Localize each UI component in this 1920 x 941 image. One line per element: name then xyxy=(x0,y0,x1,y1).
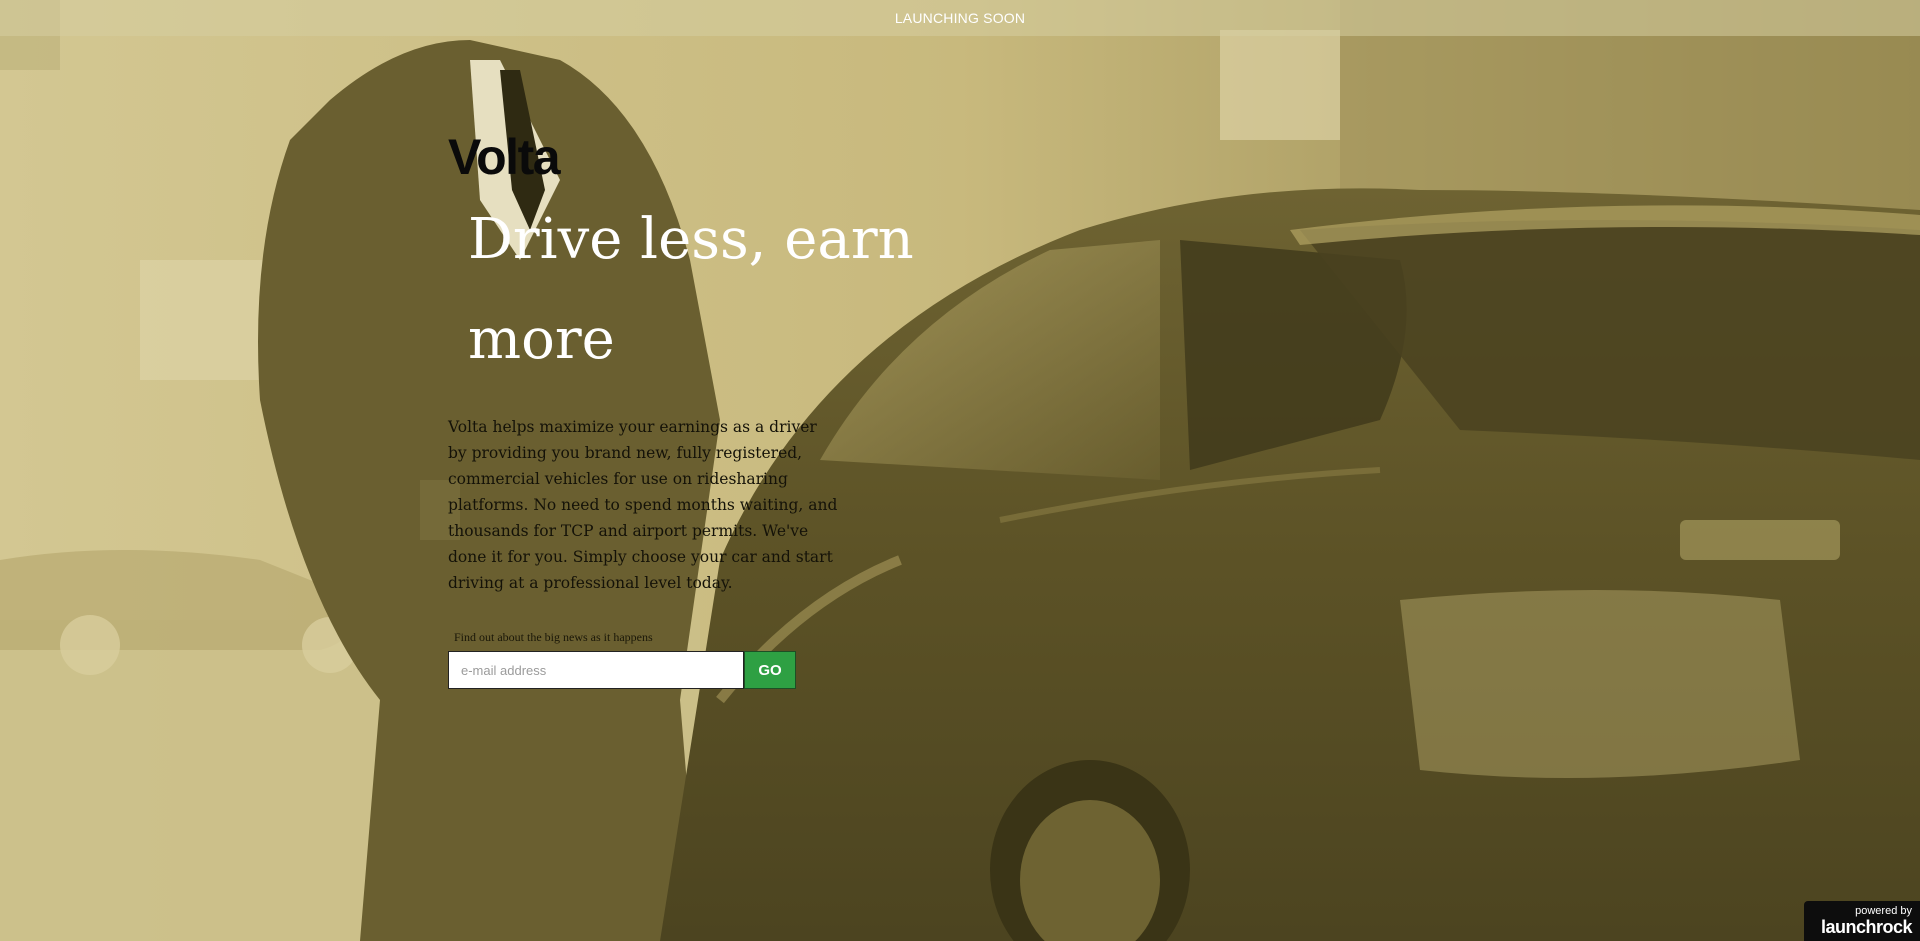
go-button[interactable]: GO xyxy=(744,651,796,689)
powered-by-badge[interactable]: powered by launchrock xyxy=(1804,901,1920,941)
landing-page: LAUNCHING SOON Volta Drive less, earn mo… xyxy=(0,0,1920,941)
hero-content: Volta Drive less, earn more Volta helps … xyxy=(448,120,914,689)
signup-form: GO xyxy=(448,651,796,689)
brand-logo: Volta xyxy=(448,129,561,185)
hero-headline: Drive less, earn more xyxy=(468,207,914,372)
launchrock-logo: launchrock xyxy=(1820,917,1913,937)
signup-label: Find out about the big news as it happen… xyxy=(454,630,653,644)
launching-soon-bar: LAUNCHING SOON xyxy=(0,0,1920,36)
launching-soon-label: LAUNCHING SOON xyxy=(894,10,1026,26)
hero-description: Volta helps maximize your earnings as a … xyxy=(448,418,838,592)
background-photo xyxy=(0,0,1920,941)
email-field[interactable] xyxy=(448,651,744,689)
powered-by-text: powered by xyxy=(1855,905,1912,917)
